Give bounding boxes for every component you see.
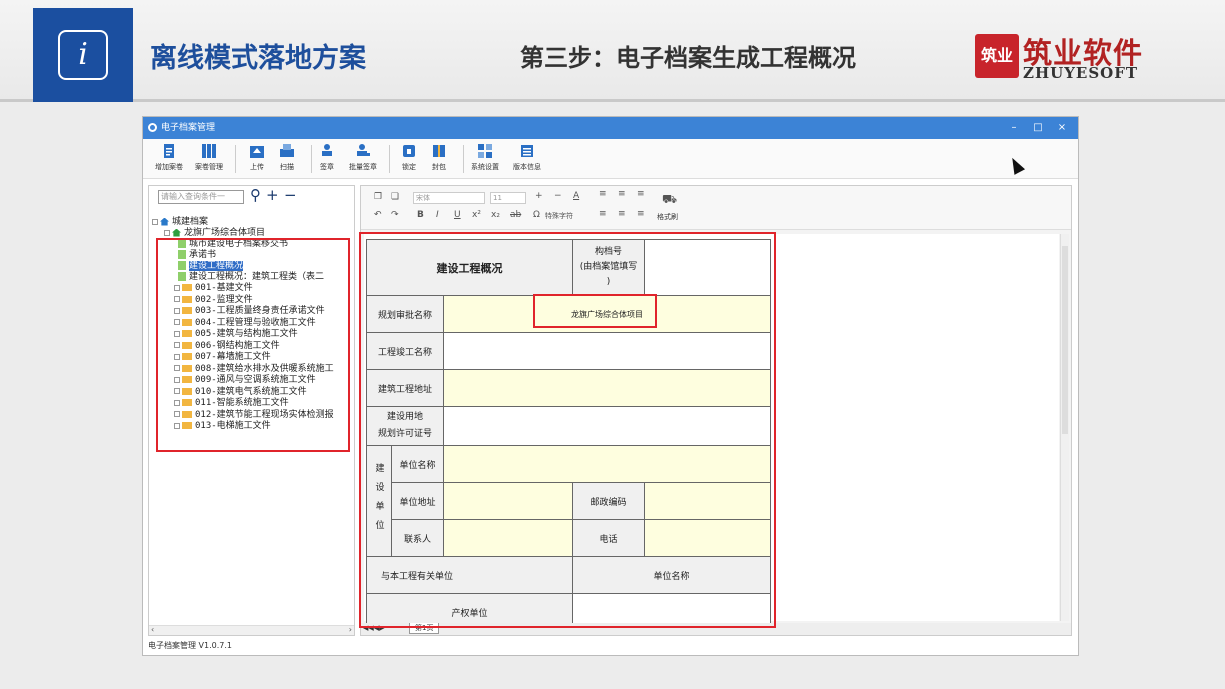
system-settings-label: 系统设置 [471, 163, 499, 171]
search-icon[interactable]: ⚲ [250, 188, 261, 203]
italic-icon[interactable]: I [436, 210, 439, 220]
tree-project-label: 龙旗广场综合体项目 [184, 228, 266, 238]
window-titlebar: 电子档案管理 – □ × [143, 117, 1078, 139]
home-icon [160, 217, 169, 226]
form-vertical-scrollbar[interactable] [1060, 234, 1069, 621]
add-volume-label: 增加案卷 [155, 163, 183, 171]
collapse-icon[interactable] [152, 218, 158, 225]
decrease-font-icon[interactable]: − [554, 191, 562, 201]
scan-label: 扫描 [280, 163, 294, 171]
close-button[interactable]: × [1051, 117, 1073, 139]
maximize-button[interactable]: □ [1027, 117, 1049, 139]
collapse-icon[interactable] [164, 229, 170, 236]
align-top-icon[interactable]: ≡ [599, 189, 607, 199]
batch-stamp-icon [357, 144, 370, 156]
align-middle-icon[interactable]: ≡ [618, 189, 626, 199]
scrollbar-thumb[interactable] [1062, 246, 1068, 434]
status-bar-text: 电子档案管理 V1.0.7.1 [148, 641, 233, 650]
step-title: 第三步：电子档案生成工程概况 [520, 44, 856, 72]
main-toolbar: 增加案卷 案卷管理 上传 扫描 签章 批量签章 锁定 封包 系统设置 版本信息 [143, 139, 1078, 179]
tree-root[interactable]: 城建档案 [152, 217, 208, 228]
special-char-icon[interactable]: Ω [533, 210, 540, 220]
form-highlight-box [359, 232, 776, 628]
app-icon [148, 123, 157, 132]
align-bottom-icon[interactable]: ≡ [637, 189, 645, 199]
format-painter-label[interactable]: 格式刷 [657, 212, 678, 222]
info-icon: i [58, 30, 108, 80]
slide-title: 离线模式落地方案 [150, 43, 366, 74]
font-color-icon[interactable]: A [573, 191, 579, 201]
package-icon [433, 145, 445, 157]
add-icon[interactable]: + [266, 188, 279, 203]
increase-font-icon[interactable]: + [535, 191, 543, 201]
scroll-right-icon[interactable]: › [349, 625, 352, 634]
superscript-icon[interactable]: x² [472, 210, 481, 220]
tree-highlight-box [156, 238, 350, 452]
logo-english: ZHUYESOFT [1023, 64, 1139, 82]
search-input[interactable]: 请输入查询条件一 [158, 190, 244, 204]
info-badge: i [33, 8, 133, 102]
align-center-icon[interactable]: ≡ [618, 209, 626, 219]
strikethrough-icon[interactable]: ab [510, 210, 521, 220]
logo-mark-icon: 筑业 [975, 34, 1019, 78]
copy-icon[interactable]: ❐ [374, 192, 382, 202]
align-left-icon[interactable]: ≡ [599, 209, 607, 219]
project-icon [172, 228, 181, 237]
volume-manage-label: 案卷管理 [195, 163, 223, 171]
stamp-label: 签章 [320, 163, 334, 171]
binder-icon [202, 144, 216, 158]
doc-add-icon [164, 144, 174, 158]
undo-icon[interactable]: ↶ [374, 210, 382, 220]
lock-label: 锁定 [402, 163, 416, 171]
subscript-icon[interactable]: x₂ [491, 210, 500, 220]
scanner-icon [280, 144, 294, 157]
settings-icon [478, 144, 492, 158]
volume-manage-button[interactable]: 案卷管理 [187, 143, 231, 172]
tree-horizontal-scrollbar[interactable]: ‹ › [149, 625, 354, 635]
version-info-button[interactable]: 版本信息 [505, 143, 549, 172]
batch-stamp-button[interactable]: 批量签章 [341, 143, 385, 172]
project-name-highlight-box [533, 294, 657, 328]
format-painter-icon[interactable]: ⛟ [662, 192, 677, 208]
scroll-left-icon[interactable]: ‹ [151, 625, 154, 634]
font-select[interactable]: 宋体 [413, 192, 485, 204]
upload-icon [250, 146, 264, 158]
special-char-label[interactable]: 特殊字符 [545, 211, 573, 221]
tree-root-label: 城建档案 [172, 217, 209, 227]
remove-icon[interactable]: − [284, 188, 297, 203]
lock-icon [403, 145, 415, 157]
format-toolbar: ❐ ❏ 宋体 11 + − A ≡ ≡ ≡ ↶ ↷ B I U x² x₂ ab… [361, 186, 1071, 230]
paste-icon[interactable]: ❏ [391, 192, 399, 202]
scan-button[interactable]: 扫描 [265, 143, 309, 172]
font-size-select[interactable]: 11 [490, 192, 526, 204]
minimize-button[interactable]: – [1003, 117, 1025, 139]
info-list-icon [521, 145, 533, 157]
slide-header: i 离线模式落地方案 第三步：电子档案生成工程概况 筑业 筑业软件 ZHUYES… [0, 0, 1225, 102]
company-logo: 筑业 筑业软件 ZHUYESOFT [975, 34, 1165, 82]
system-settings-button[interactable]: 系统设置 [463, 143, 507, 172]
package-label: 封包 [432, 163, 446, 171]
stamp-icon [322, 144, 332, 156]
underline-icon[interactable]: U [454, 210, 461, 220]
package-button[interactable]: 封包 [417, 143, 461, 172]
batch-stamp-label: 批量签章 [349, 163, 377, 171]
add-volume-button[interactable]: 增加案卷 [147, 143, 191, 172]
version-info-label: 版本信息 [513, 163, 541, 171]
redo-icon[interactable]: ↷ [391, 210, 399, 220]
window-title: 电子档案管理 [161, 123, 216, 133]
align-right-icon[interactable]: ≡ [637, 209, 645, 219]
bold-icon[interactable]: B [417, 210, 424, 220]
upload-label: 上传 [250, 163, 264, 171]
